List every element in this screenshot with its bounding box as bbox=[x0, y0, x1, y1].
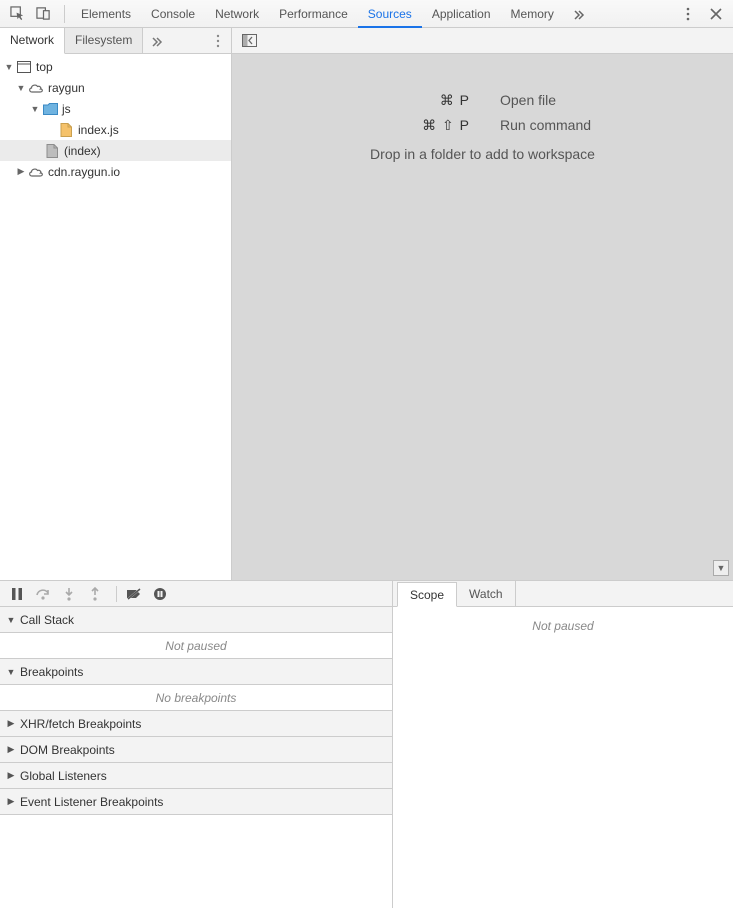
section-event-listener-breakpoints[interactable]: ▶ Event Listener Breakpoints bbox=[0, 789, 392, 815]
section-title: Event Listener Breakpoints bbox=[20, 795, 163, 809]
debugger-right-pane: Scope Watch Not paused bbox=[393, 581, 733, 908]
section-title: Global Listeners bbox=[20, 769, 107, 783]
folder-icon bbox=[42, 101, 58, 117]
tree-label: js bbox=[62, 102, 71, 116]
caret-right-icon: ▶ bbox=[6, 744, 16, 755]
section-xhr-breakpoints[interactable]: ▶ XHR/fetch Breakpoints bbox=[0, 711, 392, 737]
sources-nav-toolbar: Network Filesystem bbox=[0, 28, 733, 54]
navtab-network[interactable]: Network bbox=[0, 28, 65, 54]
call-stack-body: Not paused bbox=[0, 633, 392, 659]
section-title: DOM Breakpoints bbox=[20, 743, 115, 757]
tree-label: top bbox=[36, 60, 53, 74]
sources-main: ▼ top ▼ raygun ▼ js index.js bbox=[0, 54, 733, 580]
tab-application[interactable]: Application bbox=[422, 0, 501, 28]
shortcut-open-file-keys: ⌘ P bbox=[232, 92, 470, 109]
cloud-icon bbox=[28, 164, 44, 180]
step-over-icon[interactable] bbox=[32, 583, 54, 605]
tree-node-js[interactable]: ▼ js bbox=[0, 98, 231, 119]
caret-down-icon: ▼ bbox=[16, 83, 26, 93]
navigator-tabs: Network Filesystem bbox=[0, 28, 232, 53]
section-title: XHR/fetch Breakpoints bbox=[20, 717, 141, 731]
caret-right-icon: ▶ bbox=[6, 718, 16, 729]
caret-right-icon: ▶ bbox=[6, 796, 16, 807]
section-dom-breakpoints[interactable]: ▶ DOM Breakpoints bbox=[0, 737, 392, 763]
tree-node-cdn[interactable]: ▶ cdn.raygun.io bbox=[0, 161, 231, 182]
caret-right-icon: ▶ bbox=[6, 770, 16, 781]
tree-node-top[interactable]: ▼ top bbox=[0, 56, 231, 77]
section-call-stack[interactable]: ▼ Call Stack bbox=[0, 607, 392, 633]
pause-on-exceptions-icon[interactable] bbox=[149, 583, 171, 605]
section-title: Breakpoints bbox=[20, 665, 83, 679]
shortcut-run-command-label: Run command bbox=[500, 117, 733, 134]
file-icon bbox=[44, 143, 60, 159]
tree-node-raygun[interactable]: ▼ raygun bbox=[0, 77, 231, 98]
tree-label: cdn.raygun.io bbox=[48, 165, 120, 179]
devtools-toolbar: Elements Console Network Performance Sou… bbox=[0, 0, 733, 28]
console-drawer-toggle-icon[interactable]: ▼ bbox=[713, 560, 729, 576]
caret-down-icon: ▼ bbox=[4, 62, 14, 72]
section-breakpoints[interactable]: ▼ Breakpoints bbox=[0, 659, 392, 685]
shortcut-open-file-label: Open file bbox=[500, 92, 733, 109]
frame-icon bbox=[16, 59, 32, 75]
tab-memory[interactable]: Memory bbox=[501, 0, 564, 28]
scope-body: Not paused bbox=[393, 607, 733, 908]
shortcut-run-command-keys: ⌘ ⇧ P bbox=[232, 117, 470, 134]
tab-console[interactable]: Console bbox=[141, 0, 205, 28]
tab-sources[interactable]: Sources bbox=[358, 0, 422, 28]
drop-folder-hint: Drop in a folder to add to workspace bbox=[232, 146, 733, 162]
tab-scope[interactable]: Scope bbox=[397, 582, 457, 607]
tab-network[interactable]: Network bbox=[205, 0, 269, 28]
navtab-filesystem[interactable]: Filesystem bbox=[65, 28, 143, 54]
close-icon[interactable] bbox=[705, 3, 727, 25]
caret-down-icon: ▼ bbox=[6, 615, 16, 625]
navtab-menu-icon[interactable] bbox=[211, 28, 225, 54]
section-global-listeners[interactable]: ▶ Global Listeners bbox=[0, 763, 392, 789]
file-js-icon bbox=[58, 122, 74, 138]
tab-performance[interactable]: Performance bbox=[269, 0, 358, 28]
file-tree: ▼ top ▼ raygun ▼ js index.js bbox=[0, 54, 232, 580]
separator bbox=[116, 586, 117, 602]
scope-watch-tabs: Scope Watch bbox=[393, 581, 733, 607]
caret-right-icon: ▶ bbox=[16, 166, 26, 177]
section-title: Call Stack bbox=[20, 613, 74, 627]
step-into-icon[interactable] bbox=[58, 583, 80, 605]
device-toggle-icon[interactable] bbox=[32, 3, 54, 25]
navtab-more-icon[interactable] bbox=[143, 35, 171, 47]
caret-down-icon: ▼ bbox=[6, 667, 16, 677]
tree-label: raygun bbox=[48, 81, 85, 95]
settings-menu-icon[interactable] bbox=[677, 3, 699, 25]
debugger-left-pane: ▼ Call Stack Not paused ▼ Breakpoints No… bbox=[0, 581, 393, 908]
deactivate-breakpoints-icon[interactable] bbox=[123, 583, 145, 605]
step-out-icon[interactable] bbox=[84, 583, 106, 605]
tree-node-indexjs[interactable]: index.js bbox=[0, 119, 231, 140]
debugger-panel: ▼ Call Stack Not paused ▼ Breakpoints No… bbox=[0, 580, 733, 908]
editor-empty-hint: ⌘ P Open file ⌘ ⇧ P Run command Drop in … bbox=[232, 84, 733, 162]
breakpoints-body: No breakpoints bbox=[0, 685, 392, 711]
tree-label: (index) bbox=[64, 144, 101, 158]
tree-label: index.js bbox=[78, 123, 119, 137]
caret-down-icon: ▼ bbox=[30, 104, 40, 114]
more-tabs-icon[interactable] bbox=[568, 3, 590, 25]
tree-node-index[interactable]: (index) bbox=[0, 140, 231, 161]
cloud-icon bbox=[28, 80, 44, 96]
debugger-toolbar bbox=[0, 581, 392, 607]
tab-elements[interactable]: Elements bbox=[71, 0, 141, 28]
tab-watch[interactable]: Watch bbox=[457, 581, 516, 606]
inspect-element-icon[interactable] bbox=[6, 3, 28, 25]
toggle-navigator-icon[interactable] bbox=[240, 32, 258, 50]
pause-icon[interactable] bbox=[6, 583, 28, 605]
separator bbox=[64, 5, 65, 23]
editor-area[interactable]: ⌘ P Open file ⌘ ⇧ P Run command Drop in … bbox=[232, 54, 733, 580]
